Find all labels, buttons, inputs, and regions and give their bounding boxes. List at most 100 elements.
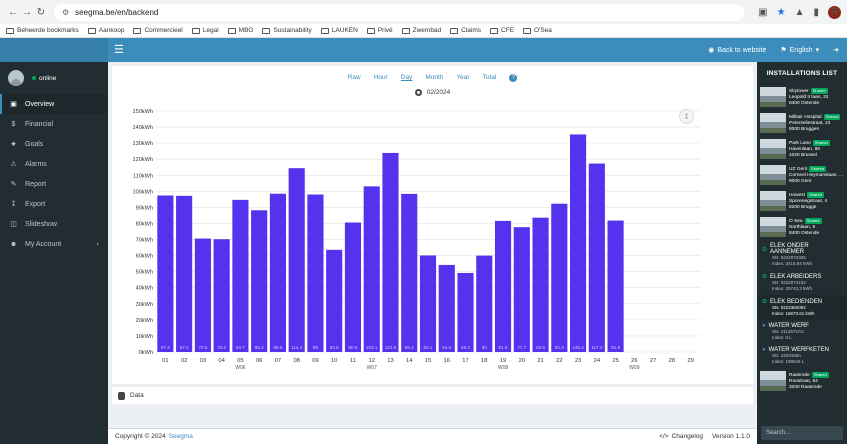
meter-item[interactable]: ✿ ELEK ONDER AANNEMER SN: 0222072305 Index:… bbox=[757, 240, 847, 270]
tab-total[interactable]: Total bbox=[483, 74, 497, 82]
bookmark-item[interactable]: MBG bbox=[227, 27, 253, 34]
bar[interactable] bbox=[269, 193, 286, 352]
data-section[interactable]: Data bbox=[112, 387, 753, 404]
bar[interactable] bbox=[213, 239, 230, 352]
tab-day[interactable]: Day bbox=[401, 74, 413, 82]
folder-icon bbox=[366, 27, 375, 34]
bookmark-item[interactable]: Commercieel bbox=[133, 27, 183, 34]
installation-item[interactable]: Skytower Shared Leopold II laan, 33 8400 Os… bbox=[757, 84, 847, 110]
meter-item[interactable]: ✿ ELEK BEDIENDEN SN: 0222384092 Index: 1667… bbox=[757, 295, 847, 320]
meter-item[interactable]: ✿ ELEK ARBEIDERS SN: 0222074152 Index: 2574… bbox=[757, 270, 847, 295]
bookmark-item[interactable]: Legal bbox=[191, 27, 219, 34]
leaf-icon: ✿ bbox=[762, 274, 768, 280]
bar[interactable] bbox=[532, 217, 549, 352]
bookmark-item[interactable]: Privé bbox=[366, 27, 393, 34]
bar[interactable] bbox=[494, 220, 512, 352]
current-period[interactable]: 02/2024 bbox=[427, 89, 451, 96]
extensions-icon[interactable]: ▲ bbox=[795, 7, 805, 18]
bar[interactable] bbox=[588, 163, 605, 352]
bookmark-item[interactable]: Aankoop bbox=[87, 27, 124, 34]
brand-link[interactable]: Seegma bbox=[169, 433, 193, 440]
back-to-website-link[interactable]: ◉ Back to website bbox=[708, 46, 766, 55]
bar[interactable] bbox=[232, 199, 249, 352]
bar[interactable] bbox=[607, 220, 624, 352]
forward-arrow-icon[interactable]: → bbox=[20, 7, 34, 18]
changelog-link[interactable]: </> Changelog bbox=[659, 433, 703, 440]
bar[interactable] bbox=[551, 203, 568, 352]
bar[interactable] bbox=[382, 152, 399, 352]
sidebar-item-financial[interactable]: $ Financial bbox=[0, 114, 108, 134]
bar[interactable] bbox=[457, 272, 474, 352]
x-tick-label: 21 bbox=[537, 358, 543, 364]
sidebar-item-slideshow[interactable]: ◫ Slideshow bbox=[0, 214, 108, 234]
sidebar-item-overview[interactable]: ▣ Overview bbox=[0, 94, 108, 114]
bar[interactable] bbox=[326, 249, 343, 352]
bar[interactable] bbox=[438, 264, 455, 352]
reload-icon[interactable]: ↻ bbox=[34, 7, 48, 18]
dashboard-icon: ▣ bbox=[10, 101, 17, 108]
tab-month[interactable]: Month bbox=[425, 74, 443, 82]
bar[interactable] bbox=[419, 255, 437, 352]
sidebar-item-export[interactable]: ↧ Export bbox=[0, 194, 108, 214]
bookmark-item[interactable]: Claims bbox=[450, 27, 481, 34]
installation-item[interactable]: Howest Shared Sporenegstraat, 4 8200 Brugge bbox=[757, 188, 847, 214]
tab-hour[interactable]: Hour bbox=[374, 74, 388, 82]
tab-raw[interactable]: Raw bbox=[348, 74, 361, 82]
bookmark-label: Zwembad bbox=[412, 27, 442, 34]
install-icon[interactable]: ▣ bbox=[758, 7, 767, 18]
sidebar-item-goals[interactable]: ★ Goals bbox=[0, 134, 108, 154]
sidebar-item-label: Report bbox=[25, 180, 47, 188]
hamburger-menu-icon[interactable]: ☰ bbox=[114, 43, 124, 56]
bookmark-item[interactable]: Sustainability bbox=[262, 27, 312, 34]
language-dropdown[interactable]: ⚑ English ▾ bbox=[780, 46, 819, 55]
installation-item[interactable]: Park Lane Shared Havenlaan, 88 1020 Brussel bbox=[757, 136, 847, 162]
x-tick-label: 02 bbox=[181, 358, 187, 364]
bar[interactable] bbox=[307, 194, 324, 352]
logout-icon[interactable]: ➜ bbox=[833, 46, 839, 54]
bar[interactable] bbox=[513, 227, 530, 352]
meter-item[interactable]: ● WATER WERF SN: 2112572AC Index: 0 L bbox=[757, 320, 847, 344]
bar[interactable] bbox=[176, 195, 193, 352]
sidebar-item-my-account[interactable]: ☻ My Account ‹ bbox=[0, 234, 108, 254]
bookmark-item[interactable]: Beheerde bookmarks bbox=[6, 27, 79, 34]
bookmark-item[interactable]: LAUKEN bbox=[320, 27, 358, 34]
bar[interactable] bbox=[288, 168, 305, 352]
bookmark-item[interactable]: CFE bbox=[490, 27, 514, 34]
meter-item[interactable]: ● WATER WERFKETEN SN: 2203468A Index: 19904… bbox=[757, 344, 847, 368]
shared-badge: Shared bbox=[804, 217, 822, 224]
help-icon[interactable]: ? bbox=[509, 74, 518, 82]
x-tick-label: 25 bbox=[612, 358, 618, 364]
period-tabs: Raw Hour Day Month Year Total? bbox=[112, 74, 753, 82]
sidebar-item-report[interactable]: ✎ Report bbox=[0, 174, 108, 194]
sidebar-item-alarms[interactable]: ⚠ Alarms bbox=[0, 154, 108, 174]
bar[interactable] bbox=[476, 255, 493, 352]
installation-item[interactable]: Raasrode Shared Roostraat, 64 3200 Raasrode bbox=[757, 368, 847, 394]
installation-search-input[interactable]: Search... bbox=[761, 426, 843, 440]
target-icon[interactable] bbox=[414, 89, 422, 96]
tab-year[interactable]: Year bbox=[456, 74, 469, 82]
bar[interactable] bbox=[401, 193, 418, 352]
download-icon[interactable]: ↧ bbox=[679, 109, 694, 124]
sidebar-item-label: Slideshow bbox=[25, 220, 57, 228]
bar-value-label: 114.4 bbox=[291, 345, 303, 350]
user-icon: ☻ bbox=[9, 240, 18, 248]
address-bar[interactable]: ⚙ seegma.be/en/backend bbox=[54, 3, 744, 21]
site-info-icon[interactable]: ⚙ bbox=[62, 8, 69, 17]
bar[interactable] bbox=[157, 195, 174, 352]
logo-area[interactable] bbox=[0, 38, 108, 62]
bar[interactable] bbox=[363, 186, 380, 352]
bar[interactable] bbox=[570, 134, 587, 352]
back-arrow-icon[interactable]: ← bbox=[6, 7, 20, 18]
star-icon[interactable]: ★ bbox=[777, 7, 786, 18]
installation-item[interactable]: Militair Hospital Shared Peterseliestraat,… bbox=[757, 110, 847, 136]
installation-item[interactable]: UZ Gent Shared Corneel Heymanslaan, ... 900… bbox=[757, 162, 847, 188]
bookmark-item[interactable]: O'Sea bbox=[523, 27, 552, 34]
profile-avatar[interactable]: R bbox=[828, 5, 841, 19]
bar[interactable] bbox=[344, 222, 362, 352]
bar[interactable] bbox=[251, 210, 268, 352]
sidepanel-icon[interactable]: ▮ bbox=[813, 7, 819, 18]
bookmark-item[interactable]: Zwembad bbox=[401, 27, 442, 34]
installation-item[interactable]: O Sea Shared Northlaan, 9 8400 Ostende bbox=[757, 214, 847, 240]
y-tick-label: 70kWh bbox=[136, 238, 153, 244]
bar[interactable] bbox=[194, 238, 211, 352]
